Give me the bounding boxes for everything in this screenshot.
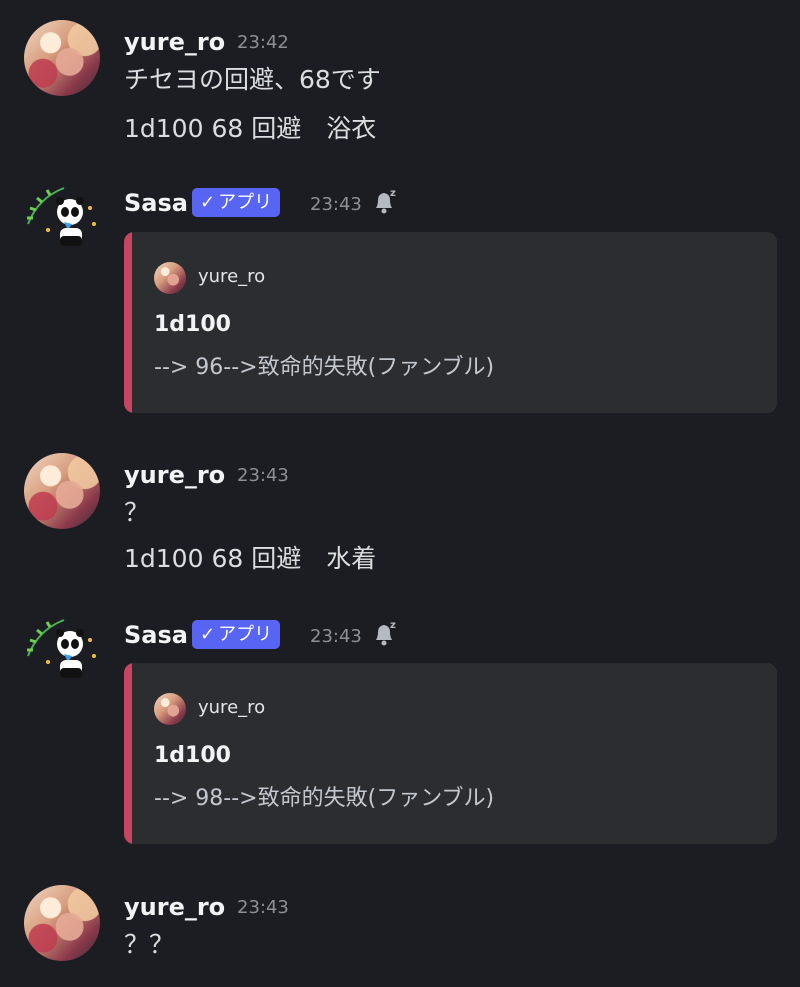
bell-snooze-icon[interactable]: z [370, 618, 400, 648]
author-name[interactable]: yure_ro [124, 461, 225, 489]
embed-author-name[interactable]: yure_ro [198, 266, 265, 287]
user-avatar[interactable] [24, 20, 100, 96]
bell-snooze-icon[interactable]: z [370, 186, 400, 216]
embed-description: --> 98-->致命的失敗(ファンブル) [154, 786, 495, 811]
embed-description: --> 96-->致命的失敗(ファンブル) [154, 355, 495, 380]
embed-author-name[interactable]: yure_ro [198, 697, 265, 718]
message-text: 1d100 68 回避 水着 [124, 544, 377, 573]
author-name[interactable]: Sasa [124, 189, 188, 217]
embed: yure_ro 1d100 --> 96-->致命的失敗(ファンブル) [124, 232, 777, 413]
bot-avatar[interactable] [24, 180, 100, 256]
timestamp: 23:43 [310, 626, 362, 647]
svg-text:z: z [390, 620, 396, 631]
embed-author-avatar[interactable] [154, 262, 186, 294]
timestamp: 23:43 [237, 897, 289, 918]
message-text: チセヨの回避、68です [124, 65, 381, 94]
message-text: 1d100 68 回避 浴衣 [124, 114, 377, 143]
embed: yure_ro 1d100 --> 98-->致命的失敗(ファンブル) [124, 663, 777, 844]
app-badge: ✓ アプリ [192, 620, 281, 649]
panda-bamboo-avatar [27, 619, 96, 678]
embed-title: 1d100 [154, 312, 231, 337]
author-name[interactable]: yure_ro [124, 893, 225, 921]
author-name[interactable]: Sasa [124, 621, 188, 649]
author-name[interactable]: yure_ro [124, 28, 225, 56]
user-avatar[interactable] [24, 453, 100, 529]
message-text: ？？ [124, 930, 175, 959]
checkmark-icon: ✓ [200, 192, 216, 213]
timestamp: 23:43 [310, 194, 362, 215]
user-avatar[interactable] [24, 885, 100, 961]
message-text: ？ [124, 498, 150, 527]
panda-bamboo-avatar [27, 187, 96, 246]
timestamp: 23:42 [237, 32, 289, 53]
svg-text:z: z [390, 188, 396, 199]
badge-label: アプリ [218, 624, 273, 645]
badge-label: アプリ [218, 192, 273, 213]
timestamp: 23:43 [237, 465, 289, 486]
embed-title: 1d100 [154, 743, 231, 768]
embed-accent-bar [124, 663, 132, 844]
embed-accent-bar [124, 232, 132, 413]
embed-author-avatar[interactable] [154, 693, 186, 725]
checkmark-icon: ✓ [200, 624, 216, 645]
bot-avatar[interactable] [24, 612, 100, 688]
app-badge: ✓ アプリ [192, 188, 281, 217]
